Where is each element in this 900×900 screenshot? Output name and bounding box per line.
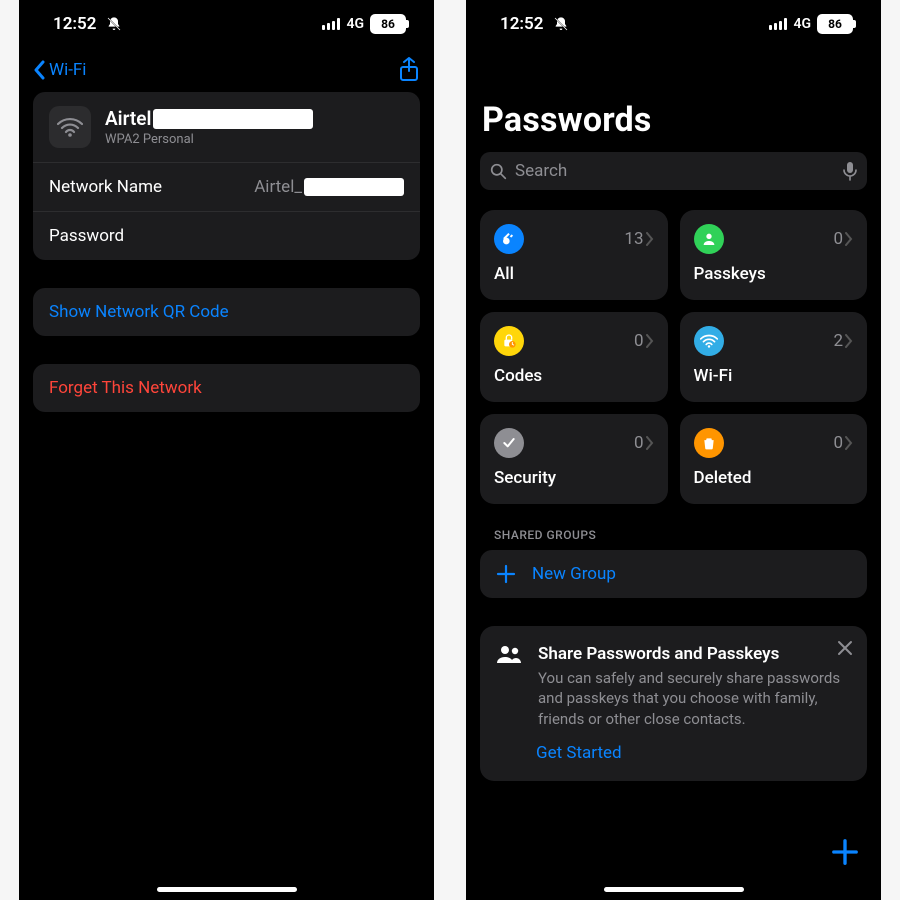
close-icon — [837, 640, 853, 656]
back-button[interactable]: Wi-Fi — [33, 60, 86, 80]
redaction-bar — [153, 109, 313, 129]
share-body: You can safely and securely share passwo… — [538, 668, 851, 729]
network-security: WPA2 Personal — [105, 132, 313, 147]
password-row[interactable]: Password — [33, 211, 420, 260]
category-deleted[interactable]: 0 Deleted — [680, 414, 868, 504]
close-button[interactable] — [837, 640, 853, 656]
search-placeholder: Search — [515, 161, 835, 181]
category-security[interactable]: 0 Security — [480, 414, 668, 504]
chevron-left-icon — [33, 60, 45, 80]
add-button[interactable] — [831, 838, 859, 866]
passwords-screen: 12:52 4G 86 Passwords Search 13 All — [466, 0, 881, 900]
home-indicator[interactable] — [604, 887, 744, 892]
chevron-right-icon — [845, 334, 853, 348]
plus-icon — [831, 838, 859, 866]
category-codes[interactable]: 0 Codes — [480, 312, 668, 402]
network-name: Airtel — [105, 107, 313, 130]
share-button[interactable] — [398, 57, 420, 83]
share-passwords-card: Share Passwords and Passkeys You can saf… — [480, 626, 867, 781]
wifi-icon — [694, 326, 724, 356]
row-label: Password — [49, 226, 124, 246]
network-type: 4G — [346, 16, 364, 32]
get-started-button[interactable]: Get Started — [536, 743, 851, 763]
dnd-icon — [553, 15, 569, 33]
chevron-right-icon — [646, 436, 654, 450]
lock-clock-icon — [494, 326, 524, 356]
signal-icon — [322, 18, 340, 30]
network-name-value: Airtel_ — [254, 177, 404, 197]
status-time: 12:52 — [500, 14, 543, 34]
forget-network-button[interactable]: Forget This Network — [33, 364, 420, 412]
plus-icon — [496, 564, 516, 584]
share-title: Share Passwords and Passkeys — [538, 644, 851, 664]
share-icon — [398, 57, 420, 83]
category-wifi[interactable]: 2 Wi-Fi — [680, 312, 868, 402]
people-icon — [496, 644, 524, 664]
key-icon — [494, 224, 524, 254]
wifi-tile-icon — [49, 106, 91, 148]
nav-bar: Wi-Fi — [19, 48, 434, 92]
category-all[interactable]: 13 All — [480, 210, 668, 300]
shared-groups-header: SHARED GROUPS — [466, 504, 881, 550]
status-bar: 12:52 4G 86 — [19, 0, 434, 48]
chevron-right-icon — [845, 436, 853, 450]
wifi-icon — [57, 117, 83, 137]
search-icon — [490, 163, 507, 180]
battery-icon: 86 — [817, 14, 853, 34]
back-label: Wi-Fi — [49, 60, 86, 80]
chevron-right-icon — [845, 232, 853, 246]
home-indicator[interactable] — [157, 887, 297, 892]
trash-icon — [694, 428, 724, 458]
show-qr-button[interactable]: Show Network QR Code — [33, 288, 420, 336]
wifi-detail-screen: 12:52 4G 86 Wi-Fi — [19, 0, 434, 900]
network-type: 4G — [793, 16, 811, 32]
network-name-row[interactable]: Network Name Airtel_ — [33, 163, 420, 211]
network-info-card: Airtel WPA2 Personal Network Name Airtel… — [33, 92, 420, 260]
dnd-icon — [106, 15, 122, 33]
person-icon — [694, 224, 724, 254]
chevron-right-icon — [646, 334, 654, 348]
row-label: Network Name — [49, 177, 162, 197]
chevron-right-icon — [646, 232, 654, 246]
signal-icon — [769, 18, 787, 30]
category-grid: 13 All 0 Passkeys 0 Codes — [466, 210, 881, 504]
redaction-bar — [304, 178, 404, 196]
battery-icon: 86 — [370, 14, 406, 34]
status-bar: 12:52 4G 86 — [466, 0, 881, 48]
page-title: Passwords — [466, 92, 881, 152]
search-field[interactable]: Search — [480, 152, 867, 190]
mic-icon[interactable] — [843, 161, 857, 181]
category-passkeys[interactable]: 0 Passkeys — [680, 210, 868, 300]
new-group-button[interactable]: New Group — [480, 550, 867, 598]
status-time: 12:52 — [53, 14, 96, 34]
checkmark-icon — [494, 428, 524, 458]
